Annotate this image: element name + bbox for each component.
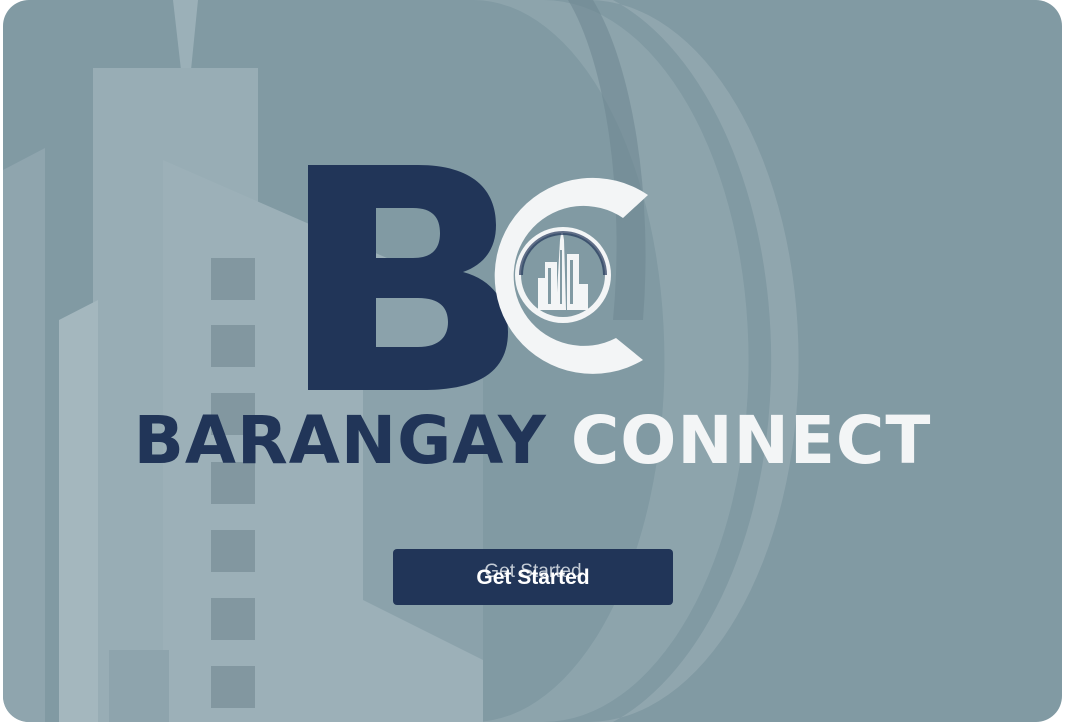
barangay-connect-logo xyxy=(308,165,648,390)
app-title-word-barangay: BARANGAY xyxy=(133,402,547,479)
app-title-word-connect: CONNECT xyxy=(570,402,932,479)
get-started-label: Get Started xyxy=(476,566,590,589)
get-started-button[interactable]: Get Started Get Started xyxy=(393,549,673,605)
welcome-screen: BARANGAY CONNECT Get Started Get Started xyxy=(3,0,1062,722)
app-title: BARANGAY CONNECT xyxy=(3,398,1062,484)
